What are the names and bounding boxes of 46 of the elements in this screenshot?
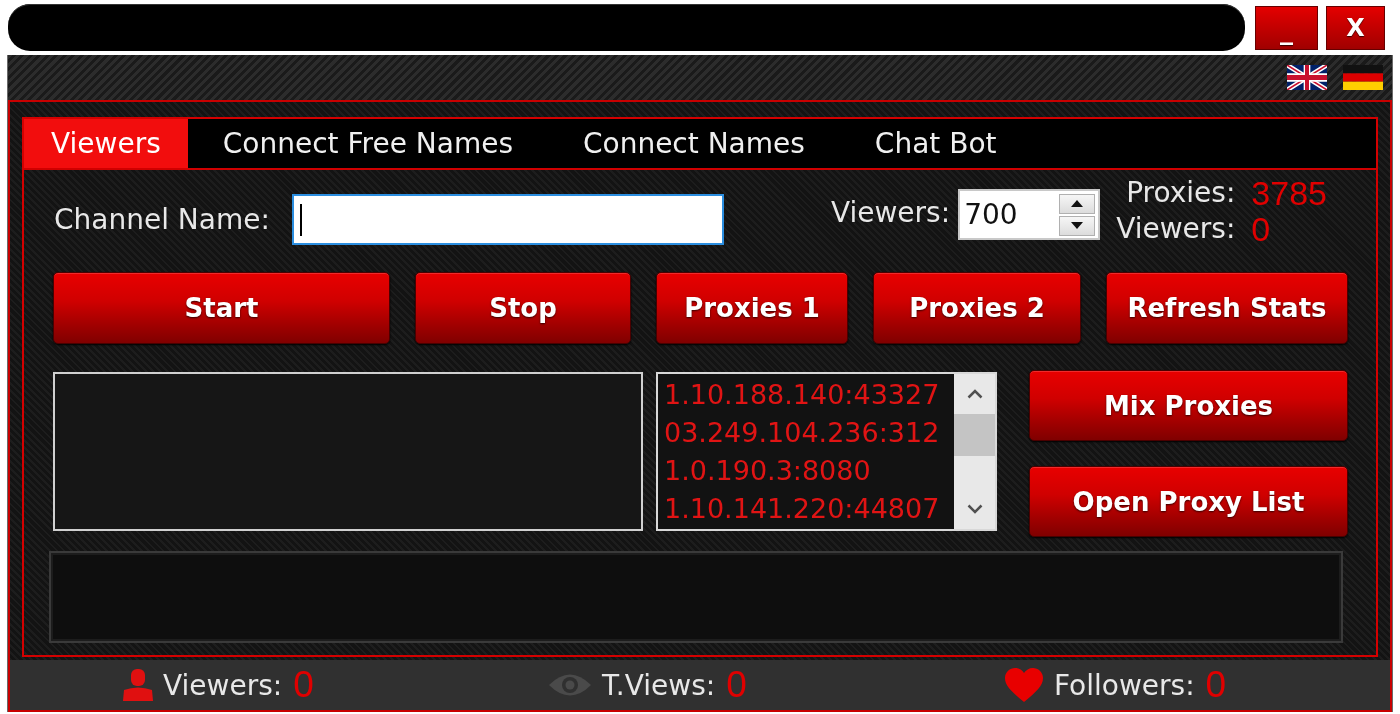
scrollbar[interactable] — [954, 374, 995, 529]
start-button[interactable]: Start — [53, 272, 390, 344]
proxy-list-item[interactable]: 1.10.188.140:43327 — [664, 376, 954, 414]
proxies-button[interactable]: Proxies 1 — [656, 272, 848, 344]
status-value: 0 — [726, 664, 747, 706]
chevron-up-icon — [966, 389, 983, 399]
german-flag-icon[interactable] — [1343, 65, 1383, 90]
stat-label: Proxies: — [1125, 175, 1236, 211]
chevron-down-icon — [966, 504, 983, 514]
channel-name-label: Channel Name: — [54, 203, 270, 237]
number-spinner[interactable]: 700 — [958, 189, 1101, 240]
status-label: T.Views: — [602, 668, 716, 702]
up-triangle-icon — [1071, 200, 1084, 207]
proxy-list[interactable]: 1.10.188.140:43327 03.249.104.236:312 1.0.190.3:8080 1.10.141.220:44807 — [656, 372, 997, 531]
stat-label: Viewers: — [1116, 211, 1236, 247]
status-value: 0 — [1205, 664, 1227, 706]
refresh-stats-button[interactable]: Refresh Stats — [1106, 272, 1348, 344]
close-button[interactable]: X — [1326, 5, 1385, 50]
down-triangle-icon — [1071, 222, 1084, 229]
eye-icon — [548, 672, 592, 698]
scrollbar-thumb[interactable] — [954, 414, 995, 456]
tab[interactable]: Viewers — [24, 119, 188, 168]
spin-up-button[interactable] — [1059, 193, 1096, 214]
proxies-button[interactable]: Proxies 2 — [873, 272, 1081, 344]
tab[interactable]: Connect Names — [547, 119, 840, 168]
viewers-label: Viewers: — [830, 196, 951, 230]
proxy-list-item[interactable]: 1.0.190.3:8080 — [664, 452, 954, 490]
status-value: 0 — [293, 664, 314, 706]
channel-name-input[interactable] — [291, 194, 724, 245]
status-label: Viewers: — [163, 668, 283, 702]
minimize-button[interactable]: _ — [1255, 5, 1318, 50]
tab[interactable]: Connect Free Names — [187, 119, 548, 168]
heart-icon — [1004, 667, 1044, 703]
person-icon — [123, 669, 153, 701]
status-label: Followers: — [1054, 668, 1195, 702]
mix-proxies-button[interactable]: Mix Proxies — [1029, 370, 1348, 441]
spin-down-button[interactable] — [1059, 215, 1096, 236]
stat-value: 3785 — [1251, 175, 1327, 211]
proxy-list-item[interactable]: 03.249.104.236:312 — [664, 414, 954, 452]
stop-button[interactable]: Stop — [415, 272, 631, 344]
stat-value: 0 — [1251, 211, 1272, 247]
open-proxy-list-button[interactable]: Open Proxy List — [1029, 466, 1348, 537]
uk-flag-icon[interactable] — [1287, 65, 1327, 90]
spinner-value: 700 — [964, 197, 1018, 232]
tab[interactable]: Chat Bot — [839, 119, 1032, 168]
proxy-list-item[interactable]: 1.10.141.220:44807 — [664, 490, 954, 528]
